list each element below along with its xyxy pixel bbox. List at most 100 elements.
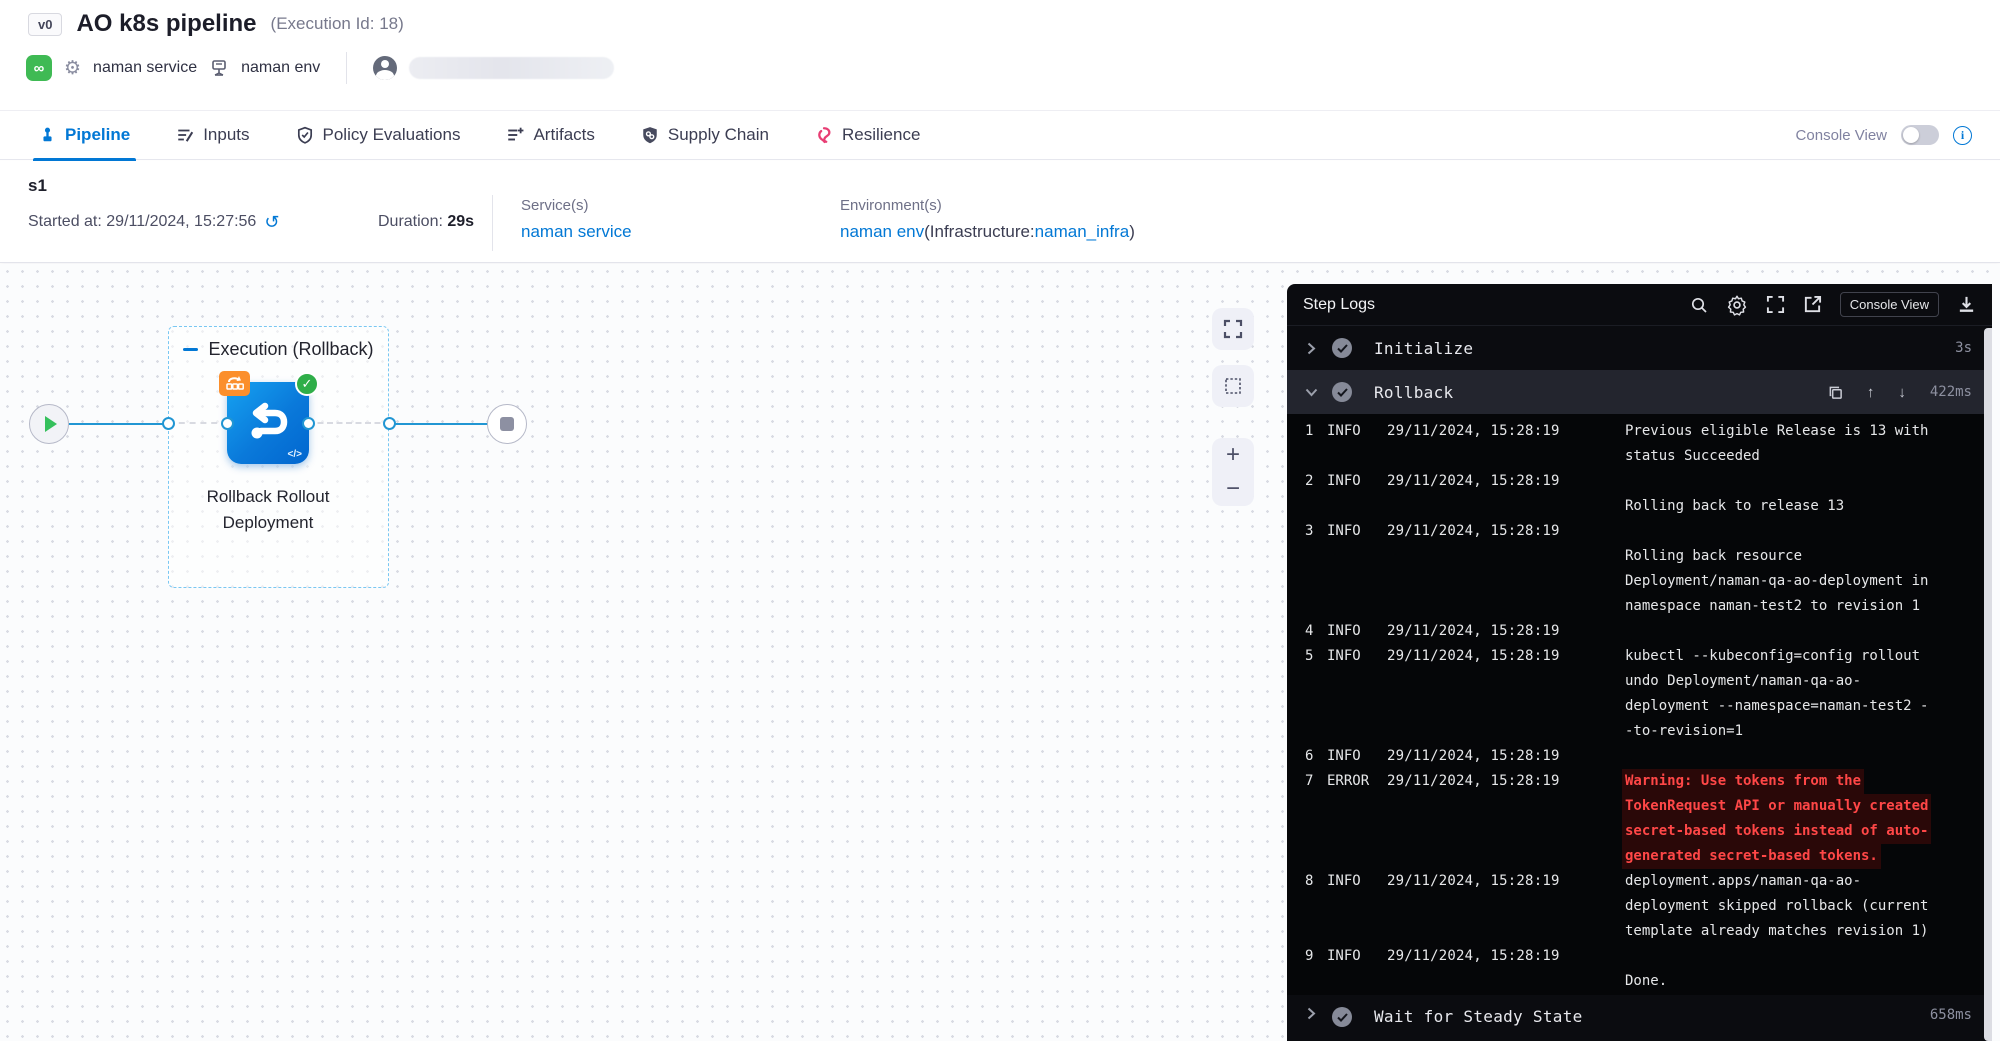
service-link[interactable]: naman service bbox=[521, 222, 632, 242]
log-message-line bbox=[1625, 619, 1992, 644]
tab-pipeline[interactable]: Pipeline bbox=[39, 110, 130, 160]
step-success-icon bbox=[1332, 382, 1352, 402]
info-icon[interactable]: i bbox=[1953, 126, 1972, 145]
pipeline-start-node[interactable] bbox=[29, 404, 69, 444]
log-section-initialize[interactable]: Initialize 3s bbox=[1287, 326, 1992, 370]
log-timestamp: 29/11/2024, 15:28:19 bbox=[1387, 769, 1619, 869]
log-message-line bbox=[1625, 944, 1992, 969]
header-title-row: v0 AO k8s pipeline (Execution Id: 18) bbox=[28, 10, 404, 38]
log-message: Done. bbox=[1625, 944, 1992, 994]
app-root: v0 AO k8s pipeline (Execution Id: 18) ∞ … bbox=[0, 0, 2000, 1041]
log-timestamp: 29/11/2024, 15:28:19 bbox=[1387, 519, 1619, 619]
tab-policy-evaluations-label: Policy Evaluations bbox=[323, 125, 461, 145]
search-icon[interactable] bbox=[1690, 296, 1708, 314]
log-message-line: deployment --namespace=naman-test2 - bbox=[1625, 694, 1992, 719]
pipeline-end-node[interactable] bbox=[487, 404, 527, 444]
services-block: Service(s) naman service bbox=[521, 197, 632, 242]
copy-icon[interactable] bbox=[1828, 385, 1843, 400]
tab-supply-chain[interactable]: Supply Chain bbox=[641, 110, 769, 160]
log-section-rollback[interactable]: Rollback ↑ ↓ 422ms bbox=[1287, 370, 1992, 414]
link-point bbox=[162, 417, 175, 430]
log-message-line: status Succeeded bbox=[1625, 444, 1992, 469]
log-scrollbar[interactable] bbox=[1984, 328, 1992, 1041]
tab-bar-right: Console View i bbox=[1796, 125, 1972, 145]
download-logs-icon[interactable] bbox=[1957, 295, 1976, 314]
log-panel-actions: Console View bbox=[1690, 292, 1976, 317]
log-entry: 5INFO29/11/2024, 15:28:19kubectl --kubec… bbox=[1305, 644, 1992, 744]
step-node-label[interactable]: Rollback Rollout Deployment bbox=[188, 484, 348, 537]
link-point bbox=[221, 417, 234, 430]
expand-fullscreen-icon[interactable] bbox=[1766, 295, 1785, 314]
tab-policy-evaluations[interactable]: Policy Evaluations bbox=[296, 110, 461, 160]
log-line-number: 8 bbox=[1305, 869, 1321, 944]
log-message-line: deployment skipped rollback (current bbox=[1625, 894, 1992, 919]
log-level: INFO bbox=[1327, 419, 1381, 469]
console-view-button[interactable]: Console View bbox=[1840, 292, 1939, 317]
log-message-line: Done. bbox=[1625, 969, 1992, 994]
stage-duration: Duration: 29s bbox=[378, 213, 474, 231]
tab-artifacts[interactable]: Artifacts bbox=[506, 110, 594, 160]
stage-divider bbox=[492, 195, 493, 251]
marquee-select-button[interactable] bbox=[1212, 365, 1254, 407]
log-message-line: undo Deployment/naman-qa-ao- bbox=[1625, 669, 1992, 694]
log-timestamp: 29/11/2024, 15:28:19 bbox=[1387, 744, 1619, 769]
log-line-number: 3 bbox=[1305, 519, 1321, 619]
log-message-line: Previous eligible Release is 13 with bbox=[1625, 419, 1992, 444]
chevron-down-icon[interactable] bbox=[1303, 388, 1319, 397]
policy-shield-icon bbox=[296, 126, 314, 144]
fit-to-screen-button[interactable] bbox=[1212, 308, 1254, 350]
execution-history-icon[interactable]: ↺ bbox=[264, 213, 279, 231]
marquee-select-icon bbox=[1223, 376, 1243, 396]
rollback-step-node[interactable]: </> ✓ bbox=[227, 382, 309, 464]
log-message-line: Deployment/naman-qa-ao-deployment in bbox=[1625, 569, 1992, 594]
scroll-down-icon[interactable]: ↓ bbox=[1898, 384, 1906, 401]
log-message-line: Rolling back resource bbox=[1625, 544, 1992, 569]
stage-started: Started at: 29/11/2024, 15:27:56 ↺ bbox=[28, 213, 279, 231]
log-message bbox=[1625, 744, 1992, 769]
section-name: Initialize bbox=[1374, 339, 1473, 358]
chevron-right-icon[interactable] bbox=[1303, 1007, 1319, 1020]
chevron-right-icon[interactable] bbox=[1303, 342, 1319, 355]
console-view-label: Console View bbox=[1796, 127, 1887, 144]
log-message: deployment.apps/naman-qa-ao-deployment s… bbox=[1625, 869, 1992, 944]
collapse-minus-icon[interactable] bbox=[183, 348, 198, 351]
tab-resilience[interactable]: Resilience bbox=[815, 110, 920, 160]
tab-artifacts-label: Artifacts bbox=[533, 125, 594, 145]
service-name[interactable]: naman service bbox=[93, 59, 197, 77]
log-output[interactable]: 1INFO29/11/2024, 15:28:19Previous eligib… bbox=[1287, 414, 1992, 995]
log-level: INFO bbox=[1327, 944, 1381, 994]
infrastructure-link[interactable]: naman_infra bbox=[1035, 222, 1130, 241]
zoom-control: + − bbox=[1212, 438, 1254, 506]
zoom-in-icon[interactable]: + bbox=[1226, 443, 1240, 467]
environment-name[interactable]: naman env bbox=[241, 59, 320, 77]
console-view-toggle[interactable] bbox=[1901, 125, 1939, 145]
log-entry: 6INFO29/11/2024, 15:28:19 bbox=[1305, 744, 1992, 769]
user-avatar-icon bbox=[373, 56, 397, 80]
open-in-new-icon[interactable] bbox=[1803, 295, 1822, 314]
zoom-out-icon[interactable]: − bbox=[1226, 477, 1240, 501]
link-point bbox=[383, 417, 396, 430]
section-duration: 422ms bbox=[1930, 384, 1972, 400]
log-message-line: Rolling back to release 13 bbox=[1625, 494, 1992, 519]
rollout-badge-icon bbox=[219, 371, 250, 396]
fit-to-screen-icon bbox=[1223, 319, 1243, 339]
log-message-line: generated secret-based tokens. bbox=[1625, 844, 1992, 869]
settings-gear-icon[interactable] bbox=[1726, 294, 1748, 316]
tab-inputs[interactable]: Inputs bbox=[176, 110, 249, 160]
inputs-icon bbox=[176, 126, 194, 144]
log-level: INFO bbox=[1327, 869, 1381, 944]
log-line-number: 4 bbox=[1305, 619, 1321, 644]
play-icon bbox=[45, 416, 57, 432]
log-line-number: 6 bbox=[1305, 744, 1321, 769]
scroll-up-icon[interactable]: ↑ bbox=[1867, 384, 1875, 401]
log-section-wait-for-steady-state[interactable]: Wait for Steady State 658ms bbox=[1287, 995, 1992, 1041]
group-label: Execution (Rollback) bbox=[208, 339, 373, 360]
log-message-line: Warning: Use tokens from the bbox=[1625, 769, 1992, 794]
environment-link[interactable]: naman env bbox=[840, 222, 924, 241]
log-message bbox=[1625, 619, 1992, 644]
stop-icon bbox=[500, 417, 514, 431]
header-divider bbox=[346, 52, 347, 84]
log-level: INFO bbox=[1327, 519, 1381, 619]
log-panel-header: Step Logs Console View bbox=[1287, 284, 1992, 326]
log-entry: 1INFO29/11/2024, 15:28:19Previous eligib… bbox=[1305, 419, 1992, 469]
